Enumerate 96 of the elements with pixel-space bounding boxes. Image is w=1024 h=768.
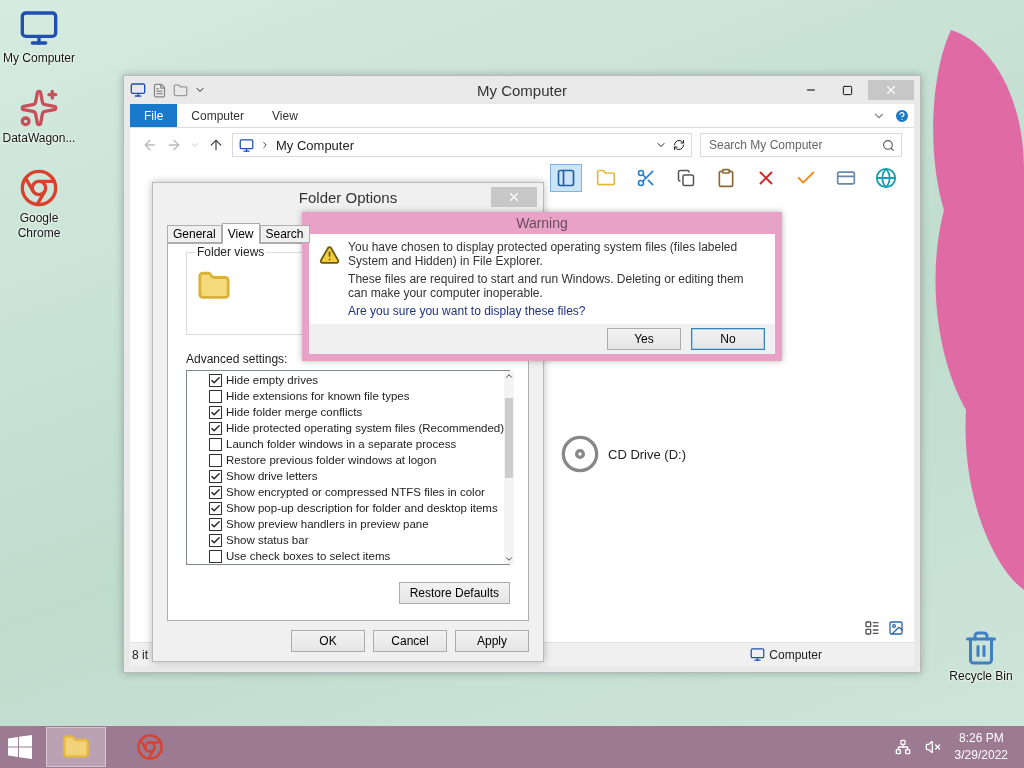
monitor-icon (19, 8, 59, 48)
checkbox[interactable] (209, 421, 222, 435)
close-icon (507, 190, 521, 204)
up-icon[interactable] (208, 137, 224, 153)
warning-message: You have chosen to display protected operating system files (files labeled System and Hidden) in File Explorer. (348, 240, 739, 268)
cd-drive-icon (560, 434, 600, 474)
network-icon[interactable] (894, 739, 911, 755)
checkmark-icon (210, 470, 221, 482)
start-button[interactable] (8, 735, 32, 759)
setting-label: Hide empty drives (226, 374, 319, 386)
search-box[interactable]: Search My Computer (700, 133, 902, 157)
checkmark-icon (210, 374, 221, 386)
setting-label: Use check boxes to select items (226, 550, 391, 562)
setting-label: Show encrypted or compressed NTFS files in color (226, 486, 485, 498)
help-icon[interactable] (894, 107, 910, 124)
volume-muted-icon[interactable] (924, 739, 941, 755)
dialog-button[interactable]: No (691, 328, 765, 350)
window-title: My Computer (477, 81, 567, 99)
setting-label: Hide folder merge conflicts (226, 406, 363, 418)
warning-question: Are you sure you want to display these files? (348, 304, 587, 318)
close-icon (884, 83, 898, 97)
dialog-title: Folder Options (298, 188, 398, 206)
details-view-icon[interactable] (864, 620, 880, 636)
checkbox[interactable] (209, 373, 222, 387)
tab[interactable]: View (221, 223, 260, 244)
checkmark-icon (210, 486, 221, 498)
large-icons-view-icon[interactable] (888, 620, 904, 636)
tab[interactable]: General (167, 225, 222, 243)
computer-icon (239, 137, 254, 153)
ribbon-tab[interactable]: View (258, 104, 312, 127)
checkbox[interactable] (209, 501, 222, 515)
scroll-down-icon[interactable] (504, 554, 515, 564)
setting-label: Launch folder windows in a separate process (226, 438, 457, 450)
maximize-icon (841, 84, 853, 96)
checkmark-icon (210, 502, 221, 514)
setting-label: Hide protected operating system files (Recommended) (226, 422, 505, 434)
checkbox[interactable] (209, 437, 222, 451)
refresh-icon (673, 139, 685, 151)
scroll-up-icon[interactable] (504, 371, 515, 381)
setting-label: Show pop-up description for folder and desktop items (226, 502, 498, 514)
ribbon-tab[interactable]: File (130, 104, 178, 127)
checkbox[interactable] (209, 533, 222, 547)
computer-icon (750, 647, 766, 662)
address-bar[interactable]: My Computer (232, 133, 692, 157)
chevron-icon (260, 140, 270, 150)
desktop-icon-label[interactable]: DataWagon... (2, 131, 76, 146)
checkbox[interactable] (209, 405, 222, 419)
status-text: 8 it (132, 647, 148, 662)
clipboard-icon (716, 168, 736, 188)
browser-icon (19, 168, 59, 208)
checkbox[interactable] (209, 549, 222, 563)
dialog-button[interactable]: Apply (455, 630, 529, 652)
dialog-title: Warning (516, 214, 568, 233)
card-icon (836, 168, 856, 188)
computer-icon (130, 82, 146, 98)
search-icon[interactable] (882, 138, 895, 152)
checkmark-icon (210, 534, 221, 546)
dialog-button[interactable]: OK (291, 630, 365, 652)
recycle-bin-icon (963, 630, 999, 666)
dialog-button[interactable]: Yes (607, 328, 681, 350)
clock[interactable]: 8:26 PM 3/29/2022 (954, 730, 1008, 764)
setting-label: Show preview handlers in preview pane (226, 518, 429, 530)
preview-pane-button[interactable] (550, 164, 582, 192)
desktop-icon-label[interactable]: My Computer (2, 51, 76, 66)
checkbox[interactable] (209, 517, 222, 531)
browser-icon (136, 733, 164, 761)
scrollbar[interactable] (504, 371, 515, 564)
status-text: Computer (769, 647, 822, 662)
checkmark-icon (210, 422, 221, 434)
copy-icon (677, 169, 695, 187)
folder-icon (62, 733, 90, 761)
setting-label: Restore previous folder windows at logon (226, 454, 437, 466)
pane-icon (556, 168, 576, 188)
checkmark-icon (210, 518, 221, 530)
section-label: Advanced settings: (186, 352, 288, 366)
checkbox[interactable] (209, 485, 222, 499)
setting-label: Show status bar (226, 534, 309, 546)
desktop-icon-label[interactable]: Recycle Bin (944, 669, 1018, 684)
folder-icon (596, 168, 616, 188)
checkbox[interactable] (209, 453, 222, 467)
scissors-icon (636, 168, 656, 188)
drive-label[interactable]: CD Drive (D:) (608, 446, 686, 462)
tab[interactable]: Search (259, 225, 310, 243)
desktop-icon-label[interactable]: Google Chrome (2, 211, 76, 241)
restore-defaults-button[interactable]: Restore Defaults (398, 582, 510, 604)
checkmark-icon (210, 406, 221, 418)
setting-label: Show drive letters (226, 470, 318, 482)
ribbon-tab[interactable]: Computer (177, 104, 259, 127)
group-label: Folder views (195, 245, 267, 259)
dialog-button[interactable]: Cancel (373, 630, 447, 652)
globe-icon (875, 167, 897, 189)
properties-icon[interactable] (152, 82, 167, 98)
warning-message: These files are required to start and run Windows. Deleting or editing them can make your computer inoperable. (348, 272, 745, 300)
checkbox[interactable] (209, 469, 222, 483)
setting-label: Hide extensions for known file types (226, 390, 410, 402)
checkbox[interactable] (209, 389, 222, 403)
